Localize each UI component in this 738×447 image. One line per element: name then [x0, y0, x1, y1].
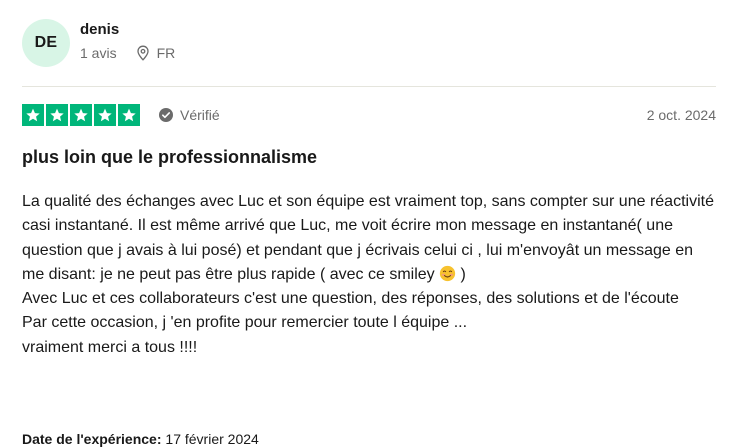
review-count: 1 avis — [80, 45, 117, 61]
review-text-1-end: ) — [456, 265, 466, 283]
smiling-face-emoji — [439, 265, 456, 282]
star-icon — [70, 104, 92, 126]
review-body: La qualité des échanges avec Luc et son … — [22, 190, 716, 360]
avatar[interactable]: DE — [22, 19, 70, 67]
reviewer-name[interactable]: denis — [80, 21, 175, 39]
map-pin-icon — [135, 45, 151, 61]
experience-value: 17 février 2024 — [165, 431, 259, 447]
review-paragraph: La qualité des échanges avec Luc et son … — [22, 190, 716, 287]
divider — [22, 86, 716, 87]
review-paragraph: Par cette occasion, j 'en profite pour r… — [22, 314, 468, 332]
reviewer-header: DE denis 1 avis FR — [22, 14, 716, 72]
star-icon — [94, 104, 116, 126]
check-circle-icon — [158, 107, 174, 123]
star-icon — [46, 104, 68, 126]
reviewer-info: denis 1 avis FR — [80, 21, 175, 61]
review-paragraph: vraiment merci a tous !!!! — [22, 338, 198, 356]
star-icon — [22, 104, 44, 126]
experience-label: Date de l'expérience: — [22, 431, 162, 447]
verified-label: Vérifié — [180, 107, 220, 123]
review-paragraph: Avec Luc et ces collaborateurs c'est une… — [22, 290, 679, 308]
reviewer-meta: 1 avis FR — [80, 45, 175, 61]
review-title[interactable]: plus loin que le professionnalisme — [22, 146, 317, 168]
review-card: DE denis 1 avis FR Vérifié 2 oct. 2024 p… — [22, 14, 716, 447]
star-rating — [22, 104, 140, 126]
star-icon — [118, 104, 140, 126]
reviewer-country: FR — [156, 45, 176, 61]
verified-badge[interactable]: Vérifié — [158, 107, 220, 123]
experience-date: Date de l'expérience: 17 février 2024 — [22, 431, 259, 447]
review-text-1: La qualité des échanges avec Luc et son … — [22, 193, 714, 283]
avatar-initials: DE — [34, 34, 58, 51]
rating-row: Vérifié 2 oct. 2024 — [22, 104, 716, 126]
review-date: 2 oct. 2024 — [646, 107, 716, 123]
